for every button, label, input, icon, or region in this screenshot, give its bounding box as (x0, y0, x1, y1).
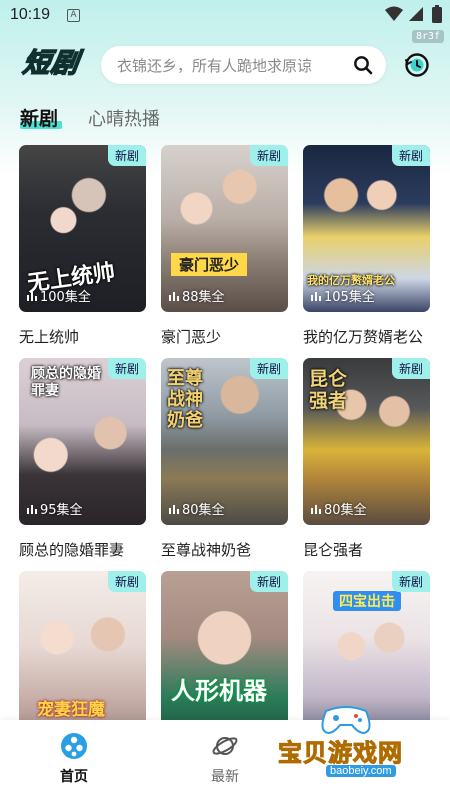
battery-icon (432, 5, 442, 23)
debug-tag: 8r3f (412, 30, 445, 43)
drama-name[interactable]: 昆仑强者 (303, 539, 430, 560)
watermark-url: baobeiy.com (326, 765, 396, 777)
watermark: 宝贝游戏网 baobeiy.com (270, 705, 445, 800)
nav-home-label: 首页 (60, 769, 88, 785)
drama-name[interactable]: 顾总的隐婚罪妻 (19, 539, 146, 560)
wifi-icon (385, 6, 403, 21)
bars-icon (169, 504, 179, 514)
episode-count: 80集全 (311, 499, 367, 518)
drama-poster[interactable]: 宠妻狂魔 新剧 (19, 571, 146, 738)
episode-text: 95集全 (40, 503, 83, 518)
new-badge: 新剧 (107, 571, 146, 592)
signal-icon (409, 7, 423, 21)
planet-icon[interactable] (211, 732, 239, 760)
tab-new-dramas[interactable]: 新剧 (20, 104, 58, 131)
drama-poster[interactable]: 昆仑强者 新剧 80集全 (303, 358, 430, 525)
episode-count: 105集全 (311, 286, 375, 305)
bars-icon (27, 504, 37, 514)
poster-title: 人形机器 (171, 677, 267, 705)
nav-latest-label: 最新 (211, 769, 239, 785)
notification-icon: A (67, 9, 80, 22)
app-logo: 短剧 (18, 46, 84, 82)
episode-count: 80集全 (169, 499, 225, 518)
episode-count: 95集全 (27, 499, 83, 518)
episode-count: 100集全 (27, 286, 91, 305)
drama-poster[interactable]: 至尊战神奶爸 新剧 80集全 (161, 358, 288, 525)
drama-name[interactable]: 至尊战神奶爸 (161, 539, 288, 560)
status-bar: 10:19 A 8r3f (0, 0, 450, 43)
drama-poster[interactable]: 豪门恶少 新剧 88集全 (161, 145, 288, 312)
tab-hot[interactable]: 心晴热播 (88, 105, 160, 131)
status-time: 10:19 (10, 6, 51, 23)
drama-name[interactable]: 我的亿万赘婿老公 (303, 326, 430, 347)
new-badge: 新剧 (249, 571, 288, 592)
poster-title: 豪门恶少 (171, 253, 248, 276)
bars-icon (169, 291, 179, 301)
drama-poster[interactable]: 人形机器 新剧 (161, 571, 288, 738)
new-badge: 新剧 (107, 145, 146, 166)
watermark-text: 宝贝游戏网 (278, 739, 403, 768)
search-input[interactable]: 衣锦还乡，所有人跪地求原谅 (117, 55, 312, 76)
episode-text: 80集全 (182, 503, 225, 518)
episode-text: 88集全 (182, 290, 225, 305)
film-reel-icon[interactable] (60, 732, 88, 760)
drama-name[interactable]: 豪门恶少 (161, 326, 288, 347)
new-badge: 新剧 (249, 358, 288, 379)
search-icon[interactable] (353, 55, 373, 75)
drama-name[interactable]: 无上统帅 (19, 326, 146, 347)
new-badge: 新剧 (391, 571, 430, 592)
new-badge: 新剧 (391, 145, 430, 166)
logo-text: 短剧 (20, 47, 82, 80)
poster-title: 昆仑强者 (309, 368, 348, 412)
new-badge: 新剧 (107, 358, 146, 379)
drama-poster[interactable]: 顾总的隐婚罪妻 新剧 95集全 (19, 358, 146, 525)
poster-title: 四宝出击 (333, 591, 401, 611)
search-bar[interactable]: 衣锦还乡，所有人跪地求原谅 (101, 46, 386, 84)
poster-title: 至尊战神奶爸 (167, 368, 203, 431)
nav-home[interactable]: 首页 (14, 720, 134, 800)
bars-icon (311, 504, 321, 514)
bars-icon (27, 291, 37, 301)
gamepad-icon (321, 706, 371, 735)
episode-text: 80集全 (324, 503, 367, 518)
poster-title: 顾总的隐婚罪妻 (31, 366, 101, 399)
drama-poster[interactable]: 无上统帅 新剧 100集全 (19, 145, 146, 312)
episode-text: 100集全 (40, 290, 91, 305)
new-badge: 新剧 (391, 358, 430, 379)
nav-latest[interactable]: 最新 (165, 720, 285, 800)
poster-title: 宠妻狂魔 (37, 700, 105, 720)
episode-text: 105集全 (324, 290, 375, 305)
bars-icon (311, 291, 321, 301)
new-badge: 新剧 (249, 145, 288, 166)
drama-poster[interactable]: 我的亿万赘婿老公 新剧 105集全 (303, 145, 430, 312)
history-icon[interactable] (404, 52, 430, 78)
episode-count: 88集全 (169, 286, 225, 305)
